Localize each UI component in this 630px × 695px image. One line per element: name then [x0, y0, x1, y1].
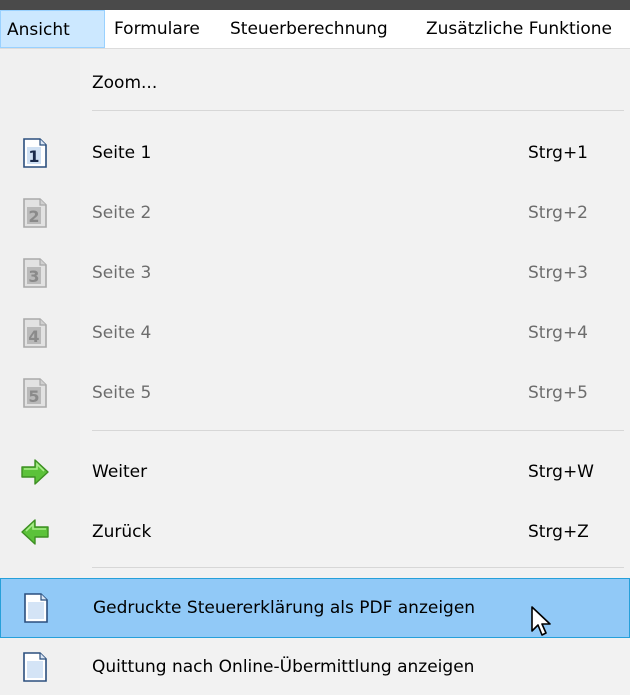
arrow-right-icon [21, 459, 49, 485]
document-icon [23, 652, 47, 682]
shortcut-text: Strg+Z [528, 522, 589, 542]
menu-zusaetzliche-funktionen[interactable]: Zusätzliche Funktione [426, 10, 612, 48]
menu-item-label: Seite 3 [92, 263, 152, 283]
menu-item-label: Seite 4 [92, 323, 152, 343]
page-1-icon: 1 [23, 138, 47, 168]
menu-item-zurueck[interactable]: Zurück Strg+Z [0, 504, 630, 560]
menu-item-label: Weiter [92, 462, 148, 482]
svg-text:4: 4 [28, 327, 39, 346]
shortcut-text: Strg+W [528, 462, 594, 482]
menu-formulare[interactable]: Formulare [114, 10, 200, 48]
menu-item-seite-1[interactable]: 1 Seite 1 Strg+1 [0, 125, 630, 181]
svg-text:3: 3 [28, 267, 39, 286]
document-icon [24, 593, 48, 623]
arrow-left-icon [21, 519, 49, 545]
svg-text:1: 1 [28, 147, 39, 166]
menu-item-label: Seite 1 [92, 143, 152, 163]
menu-item-seite-4[interactable]: 4 Seite 4 Strg+4 [0, 305, 630, 361]
separator [92, 567, 624, 568]
shortcut-text: Strg+3 [528, 263, 588, 283]
menu-item-seite-3[interactable]: 3 Seite 3 Strg+3 [0, 245, 630, 301]
ansicht-dropdown-menu: Zoom... 1 Seite 1 Strg+1 2 Seite 2 Strg+… [0, 49, 630, 695]
shortcut-text: Strg+5 [528, 383, 588, 403]
mouse-pointer-icon [531, 606, 551, 636]
menu-item-label: Gedruckte Steuererklärung als PDF anzeig… [93, 598, 476, 618]
menu-item-label: Seite 5 [92, 383, 152, 403]
menu-item-label: Seite 2 [92, 203, 152, 223]
menu-item-zoom[interactable]: Zoom... [0, 55, 630, 111]
page-5-icon: 5 [23, 378, 47, 408]
svg-text:2: 2 [28, 207, 39, 226]
menu-ansicht[interactable]: Ansicht [0, 10, 105, 48]
menu-item-label: Quittung nach Online-Übermittlung anzeig… [92, 657, 475, 677]
menu-item-label: Zoom... [92, 73, 158, 93]
separator [92, 430, 624, 431]
menu-item-weiter[interactable]: Weiter Strg+W [0, 444, 630, 500]
page-3-icon: 3 [23, 258, 47, 288]
menu-item-seite-2[interactable]: 2 Seite 2 Strg+2 [0, 185, 630, 241]
page-2-icon: 2 [23, 198, 47, 228]
window-top-edge [0, 0, 630, 10]
menu-item-quittung-anzeigen[interactable]: Quittung nach Online-Übermittlung anzeig… [0, 639, 630, 695]
shortcut-text: Strg+1 [528, 143, 588, 163]
svg-text:5: 5 [28, 387, 39, 406]
shortcut-text: Strg+2 [528, 203, 588, 223]
separator [92, 110, 624, 111]
page-4-icon: 4 [23, 318, 47, 348]
menu-item-seite-5[interactable]: 5 Seite 5 Strg+5 [0, 365, 630, 421]
menu-bar: Ansicht Formulare Steuerberechnung Zusät… [0, 10, 630, 49]
menu-item-label: Zurück [92, 522, 152, 542]
menu-steuerberechnung[interactable]: Steuerberechnung [230, 10, 388, 48]
shortcut-text: Strg+4 [528, 323, 588, 343]
